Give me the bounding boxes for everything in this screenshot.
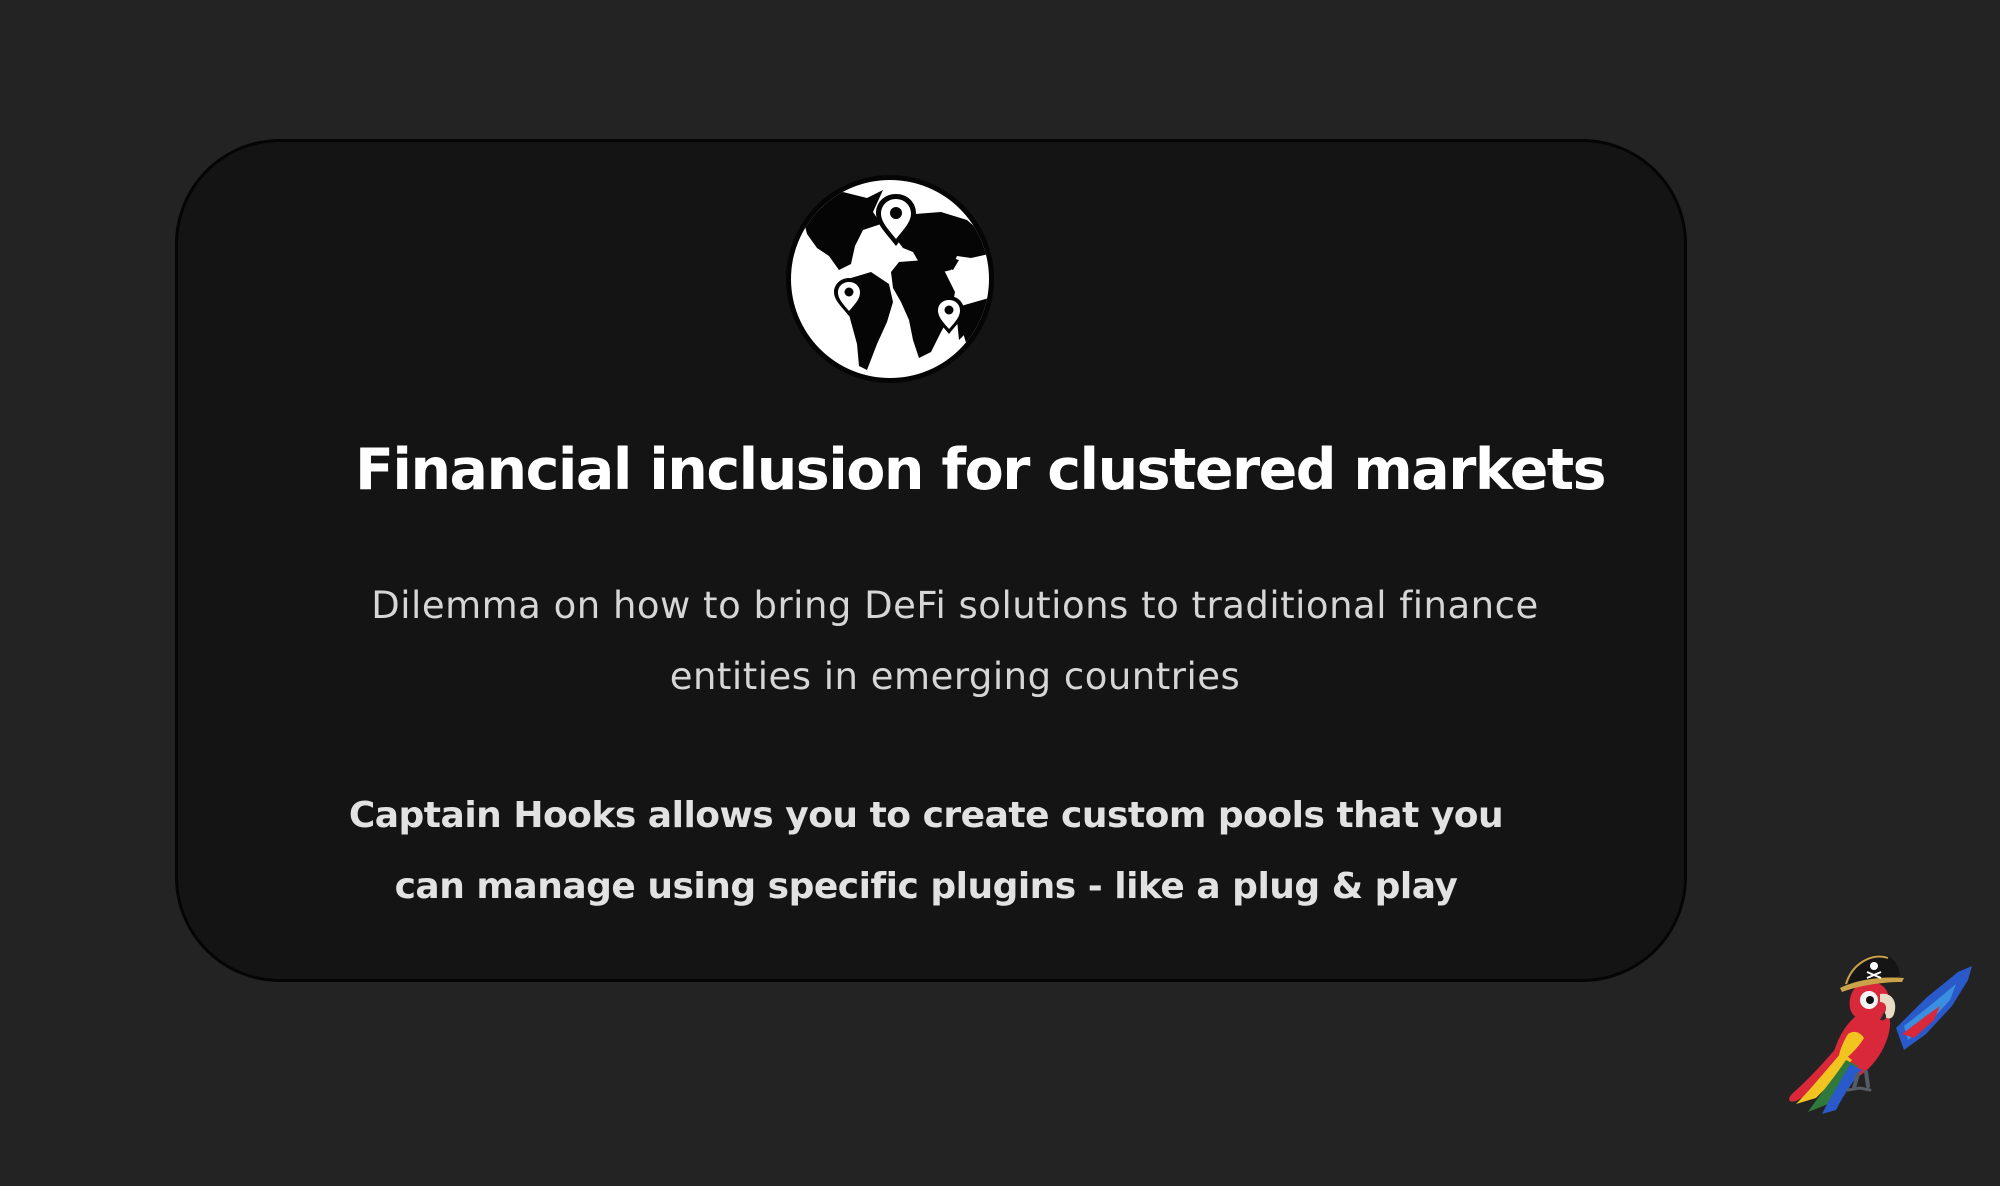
slide-title: Financial inclusion for clustered market… [355,437,1607,503]
globe-with-pins-icon [786,175,994,383]
problem-description: Dilemma on how to bring DeFi solutions t… [371,584,1539,698]
solution-statement: Captain Hooks allows you to create custo… [348,795,1504,907]
pirate-parrot-mascot-icon [1789,954,1972,1114]
